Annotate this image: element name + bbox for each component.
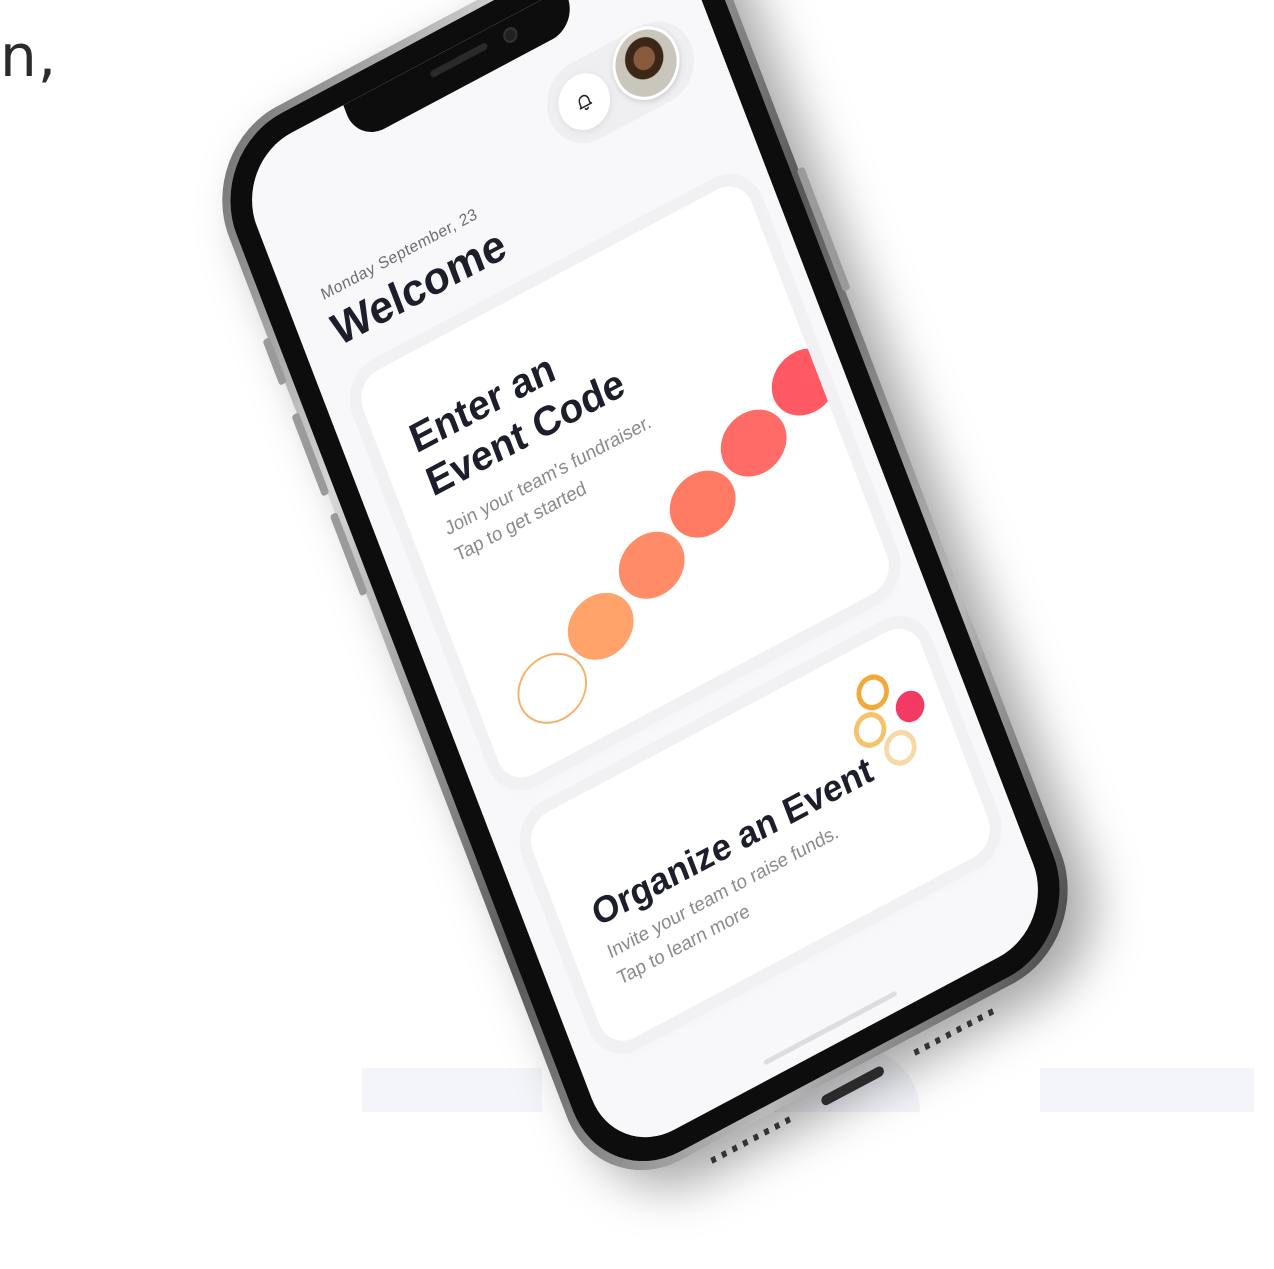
front-camera <box>501 24 520 46</box>
phone-frame: Monday September, 23 Welcome Enter an Ev… <box>195 0 1095 1204</box>
speaker-grille <box>429 41 489 79</box>
notch <box>343 0 579 143</box>
bell-icon <box>578 94 593 110</box>
phone-bezel: Monday September, 23 Welcome Enter an Ev… <box>205 0 1085 1192</box>
home-indicator <box>763 990 898 1066</box>
decor-dot-icon <box>891 685 929 728</box>
background-corner-text: n, <box>0 22 58 90</box>
decor-ring-icon <box>851 668 894 717</box>
background-shape <box>1040 1068 1254 1112</box>
phone-mockup: Monday September, 23 Welcome Enter an Ev… <box>169 0 1122 1204</box>
